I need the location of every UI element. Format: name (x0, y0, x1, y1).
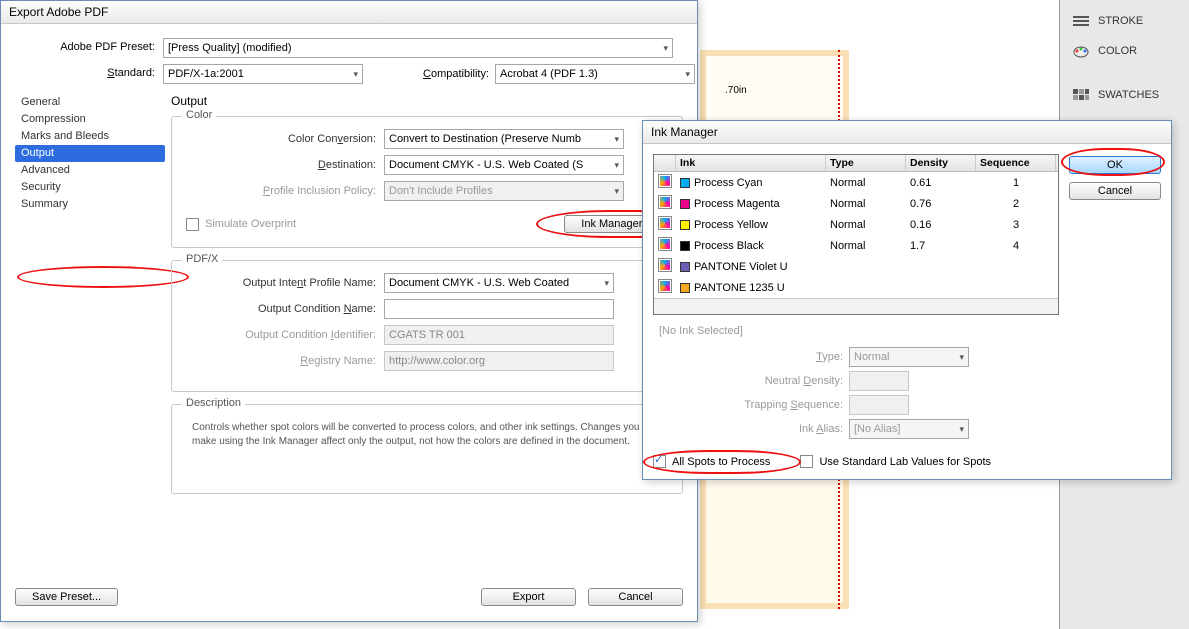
alias-select: [No Alias] (849, 419, 969, 439)
tab-marks-bleeds[interactable]: Marks and Bleeds (15, 128, 165, 145)
use-lab-checkbox[interactable]: Use Standard Lab Values for Spots (800, 455, 991, 468)
ink-type-icon (658, 258, 672, 272)
canvas-dimension: .70in (725, 85, 747, 96)
section-title: Output (171, 94, 683, 108)
ink-swatch-icon (680, 220, 690, 230)
dialog-title: Ink Manager (643, 121, 1171, 144)
cancel-button[interactable]: Cancel (588, 588, 683, 606)
tab-summary[interactable]: Summary (15, 196, 165, 213)
export-button[interactable]: Export (481, 588, 576, 606)
description-group: Description Controls whether spot colors… (171, 404, 683, 494)
col-icon (654, 155, 676, 171)
condition-label: Output Condition Name: (186, 303, 376, 315)
description-legend: Description (182, 397, 245, 409)
col-ink: Ink (676, 155, 826, 171)
intent-label: Output Intent Profile Name: (186, 277, 376, 289)
table-row[interactable]: Process Magenta Normal0.762 (654, 193, 1058, 214)
alias-label: Ink Alias: (713, 423, 843, 435)
identifier-input (384, 325, 614, 345)
sequence-input (849, 395, 909, 415)
registry-label: Registry Name: (186, 355, 376, 367)
table-row[interactable]: Process Yellow Normal0.163 (654, 214, 1058, 235)
ink-type-icon (658, 216, 672, 230)
density-input (849, 371, 909, 391)
panel-label: SWATCHES (1098, 89, 1159, 101)
save-preset-button[interactable]: Save Preset... (15, 588, 118, 606)
intent-select[interactable]: Document CMYK - U.S. Web Coated (384, 273, 614, 293)
table-row[interactable]: PANTONE 1235 U (654, 277, 1058, 298)
identifier-label: Output Condition Identifier: (186, 329, 376, 341)
ink-swatch-icon (680, 262, 690, 272)
destination-label: Destination: (186, 159, 376, 171)
ink-swatch-icon (680, 241, 690, 251)
tab-general[interactable]: General (15, 94, 165, 111)
preset-select[interactable]: [Press Quality] (modified) (163, 38, 673, 58)
ink-type-icon (658, 195, 672, 209)
export-pdf-dialog: Export Adobe PDF Adobe PDF Preset: [Pres… (0, 0, 698, 622)
tab-compression[interactable]: Compression (15, 111, 165, 128)
ok-button[interactable]: OK (1069, 156, 1161, 174)
pdfx-group: PDF/X Output Intent Profile Name: Docume… (171, 260, 683, 392)
checkbox-icon (653, 455, 666, 468)
ink-manager-dialog: Ink Manager Ink Type Density Sequence Pr… (642, 120, 1172, 480)
preset-label: Adobe PDF Preset: (15, 38, 155, 58)
pdfx-legend: PDF/X (182, 253, 222, 265)
dialog-title: Export Adobe PDF (1, 1, 697, 24)
ink-type-icon (658, 279, 672, 293)
standard-label: Standard: (15, 64, 155, 84)
col-type: Type (826, 155, 906, 171)
ink-form: Type: Normal Neutral Density: Trapping Se… (653, 347, 1059, 443)
color-group: Color Color Conversion: Convert to Desti… (171, 116, 683, 248)
table-row[interactable]: PANTONE Violet U (654, 256, 1058, 277)
type-select: Normal (849, 347, 969, 367)
stroke-icon (1072, 14, 1090, 28)
ink-table: Ink Type Density Sequence Process Cyan N… (653, 154, 1059, 315)
standard-select[interactable]: PDF/X-1a:2001 (163, 64, 363, 84)
panel-label: COLOR (1098, 45, 1137, 57)
tab-advanced[interactable]: Advanced (15, 162, 165, 179)
compat-label: Compatibility: (423, 68, 489, 80)
cancel-button[interactable]: Cancel (1069, 182, 1161, 200)
registry-input (384, 351, 614, 371)
ink-type-icon (658, 237, 672, 251)
profile-policy-label: Profile Inclusion Policy: (186, 185, 376, 197)
table-row[interactable]: Process Black Normal1.74 (654, 235, 1058, 256)
panel-swatches[interactable]: SWATCHES (1060, 80, 1189, 110)
col-sequence: Sequence (976, 155, 1056, 171)
ink-swatch-icon (680, 178, 690, 188)
destination-select[interactable]: Document CMYK - U.S. Web Coated (S (384, 155, 624, 175)
panel-stroke[interactable]: STROKE (1060, 6, 1189, 36)
tab-security[interactable]: Security (15, 179, 165, 196)
ink-type-icon (658, 174, 672, 188)
simulate-overprint-checkbox: Simulate Overprint (186, 218, 296, 231)
panel-label: STROKE (1098, 15, 1143, 27)
color-conversion-label: Color Conversion: (186, 133, 376, 145)
color-icon (1072, 44, 1090, 58)
ink-swatch-icon (680, 199, 690, 209)
density-label: Neutral Density: (713, 375, 843, 387)
description-text: Controls whether spot colors will be con… (186, 417, 668, 453)
panel-color[interactable]: COLOR (1060, 36, 1189, 66)
col-density: Density (906, 155, 976, 171)
ink-swatch-icon (680, 283, 690, 293)
checkbox-icon (800, 455, 813, 468)
tab-output[interactable]: Output (15, 145, 165, 162)
type-label: Type: (713, 351, 843, 363)
condition-input[interactable] (384, 299, 614, 319)
no-ink-selected: [No Ink Selected] (653, 323, 1059, 339)
swatches-icon (1072, 88, 1090, 102)
all-spots-checkbox[interactable]: All Spots to Process (653, 455, 770, 468)
sequence-label: Trapping Sequence: (713, 399, 843, 411)
profile-policy-select: Don't Include Profiles (384, 181, 624, 201)
color-legend: Color (182, 109, 216, 121)
table-row[interactable]: Process Cyan Normal0.611 (654, 172, 1058, 193)
color-conversion-select[interactable]: Convert to Destination (Preserve Numb (384, 129, 624, 149)
category-list: General Compression Marks and Bleeds Out… (15, 94, 165, 576)
compatibility-select[interactable]: Acrobat 4 (PDF 1.3) (495, 64, 695, 84)
